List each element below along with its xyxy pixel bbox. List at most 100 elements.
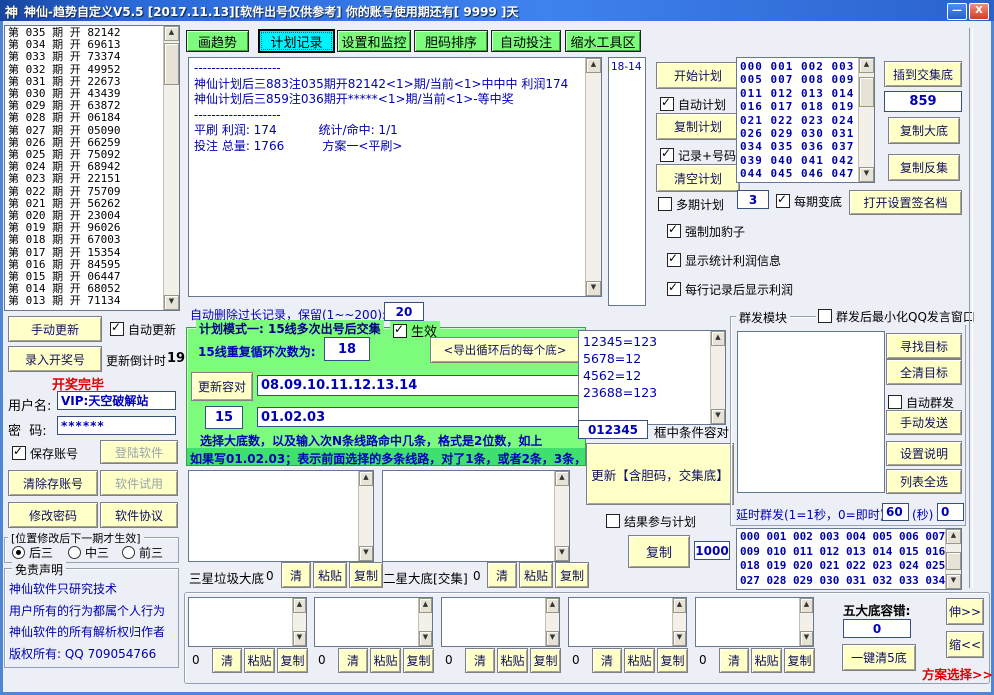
enter-draw-number-button[interactable]: 录入开奖号 [8, 346, 102, 372]
plan-log-scrollbar[interactable]: ▲▼ [585, 58, 601, 296]
history-row[interactable]: 第 027 期 开 05090 [8, 125, 160, 137]
line-count-field[interactable]: 15 [205, 406, 243, 429]
number-pool-row[interactable]: 011 012 013 014 015 [740, 87, 855, 100]
three-star-base-textarea[interactable]: ▲▼ [188, 470, 374, 562]
two-star-scrollbar[interactable]: ▲▼ [554, 471, 569, 561]
base5-copy-button[interactable]: 复制 [784, 648, 815, 673]
checkbox-icon[interactable] [667, 253, 681, 267]
software-trial-button[interactable]: 软件试用 [100, 470, 178, 496]
clear-five-bases-button[interactable]: 一键清5底 [842, 644, 916, 671]
radio-icon[interactable] [68, 546, 81, 559]
number-pool-row[interactable]: 016 017 018 019 020 [740, 100, 855, 113]
broadcast-target-listbox[interactable] [737, 331, 885, 493]
checkbox-icon[interactable] [660, 148, 674, 162]
tab-plan-record[interactable]: 计划记录 [258, 29, 335, 53]
tab-settings-monitor[interactable]: 设置和监控 [337, 30, 411, 52]
scroll-down-icon[interactable]: ▼ [546, 631, 559, 646]
condition-box-field[interactable]: 012345 [578, 420, 648, 439]
multi-period-checkbox[interactable]: 多期计划 [658, 196, 724, 213]
tolerance-field[interactable]: 0 [843, 619, 911, 638]
base4-scrollbar[interactable]: ▲▼ [672, 598, 686, 646]
show-profit-checkbox[interactable]: 每行记录后显示利润 [667, 281, 793, 298]
minimize-button[interactable]: — [947, 3, 967, 20]
base-panel-2[interactable]: ▲▼ [314, 597, 433, 647]
history-row[interactable]: 第 032 期 开 49952 [8, 64, 160, 76]
base5-paste-button[interactable]: 粘贴 [751, 648, 782, 673]
result-pool-row[interactable]: 000 001 002 003 004 005 006 007 008 [740, 530, 942, 545]
auto-plan-checkbox[interactable]: 自动计划 [660, 96, 726, 113]
save-account-checkbox[interactable]: 保存账号 [12, 445, 78, 462]
select-all-button[interactable]: 列表全选 [886, 469, 962, 494]
result-pool-scrollbar[interactable]: ▲▼ [945, 529, 961, 589]
copy-inverse-button[interactable]: 复制反集 [888, 154, 960, 181]
base2-paste-button[interactable]: 粘贴 [370, 648, 401, 673]
open-signature-button[interactable]: 打开设置签名档 [849, 190, 962, 215]
base-panel-4[interactable]: ▲▼ [568, 597, 687, 647]
number-pool-row[interactable]: 000 001 002 003 004 [740, 60, 855, 73]
checkbox-icon[interactable] [393, 324, 407, 338]
scroll-up-icon[interactable]: ▲ [293, 598, 306, 613]
base-panel-1[interactable]: ▲▼ [188, 597, 307, 647]
two-star-paste-button[interactable]: 粘贴 [519, 562, 553, 588]
number-pool-row[interactable]: 005 007 008 009 010 [740, 73, 855, 86]
radio-front3[interactable]: 前三 [122, 544, 163, 561]
loop-count-field[interactable]: 18 [324, 337, 370, 361]
pair-lines-field[interactable]: 08.09.10.11.12.13.14 [257, 375, 579, 396]
scroll-up-icon[interactable]: ▲ [359, 471, 373, 486]
scroll-up-icon[interactable]: ▲ [419, 598, 432, 613]
manual-update-button[interactable]: 手动更新 [8, 316, 102, 342]
change-password-button[interactable]: 修改密码 [8, 502, 98, 528]
scroll-up-icon[interactable]: ▲ [586, 58, 601, 73]
close-button[interactable]: X [969, 3, 989, 20]
scroll-down-icon[interactable]: ▼ [164, 295, 179, 310]
two-star-base-textarea[interactable]: ▲▼ [382, 470, 570, 562]
delay-seconds-field[interactable]: 60 [882, 503, 909, 521]
history-row[interactable]: 第 033 期 开 73374 [8, 51, 160, 63]
auto-send-checkbox[interactable]: 自动群发 [888, 394, 954, 411]
update-pair-button[interactable]: 更新容对 [191, 372, 253, 401]
username-field[interactable]: VIP:天空破解站 [57, 391, 176, 410]
base4-paste-button[interactable]: 粘贴 [624, 648, 655, 673]
history-scrollbar[interactable]: ▲▼ [163, 26, 179, 310]
scroll-up-icon[interactable]: ▲ [946, 529, 961, 544]
copy-result-button[interactable]: 复制 [628, 535, 690, 568]
checkbox-icon[interactable] [888, 395, 902, 409]
checkbox-icon[interactable] [110, 322, 124, 336]
scroll-down-icon[interactable]: ▼ [293, 631, 306, 646]
record-number-checkbox[interactable]: 记录+号码 [660, 147, 736, 164]
base1-copy-button[interactable]: 复制 [277, 648, 308, 673]
result-pool-row[interactable]: 018 019 020 021 022 023 024 025 026 [740, 559, 942, 574]
scroll-down-icon[interactable]: ▼ [800, 631, 813, 646]
scroll-thumb[interactable] [946, 552, 961, 570]
scroll-thumb[interactable] [164, 43, 179, 85]
history-row[interactable]: 第 023 期 开 22151 [8, 173, 160, 185]
tab-auto-bet[interactable]: 自动投注 [491, 30, 561, 52]
draw-history-listbox[interactable]: 第 035 期 开 82142第 034 期 开 69613第 033 期 开 … [4, 25, 180, 311]
scroll-down-icon[interactable]: ▼ [419, 631, 432, 646]
base3-clear-button[interactable]: 清 [465, 648, 495, 673]
copy-count-field[interactable]: 1000 [694, 541, 730, 560]
checkbox-icon[interactable] [667, 282, 681, 296]
base-panel-3[interactable]: ▲▼ [441, 597, 560, 647]
scroll-down-icon[interactable]: ▼ [359, 546, 373, 561]
base2-clear-button[interactable]: 清 [338, 648, 368, 673]
copy-plan-button[interactable]: 复制计划 [656, 113, 740, 140]
software-agreement-button[interactable]: 软件协议 [100, 502, 178, 528]
expand-button[interactable]: 伸>> [946, 598, 984, 625]
show-stats-checkbox[interactable]: 显示统计利润信息 [667, 252, 781, 269]
export-each-base-button[interactable]: <导出循环后的每个底> [430, 337, 580, 363]
setup-help-button[interactable]: 设置说明 [886, 441, 962, 466]
scroll-up-icon[interactable]: ▲ [711, 331, 725, 346]
scroll-up-icon[interactable]: ▲ [800, 598, 813, 613]
update-with-danma-button[interactable]: 更新【含胆码，交集底】 [586, 443, 734, 505]
base3-copy-button[interactable]: 复制 [530, 648, 561, 673]
condition-listbox[interactable]: 12345=1235678=124562=1223688=123 ▲▼ [578, 330, 726, 425]
radio-icon[interactable] [122, 546, 135, 559]
history-row[interactable]: 第 018 期 开 67003 [8, 234, 160, 246]
scroll-down-icon[interactable]: ▼ [586, 281, 601, 296]
insert-to-intersection-button[interactable]: 插到交集底 [884, 61, 962, 87]
result-join-plan-checkbox[interactable]: 结果参与计划 [606, 513, 696, 530]
scroll-up-icon[interactable]: ▲ [555, 471, 569, 486]
vary-base-checkbox[interactable]: 每期变底 [776, 193, 842, 210]
scroll-down-icon[interactable]: ▼ [859, 167, 874, 182]
